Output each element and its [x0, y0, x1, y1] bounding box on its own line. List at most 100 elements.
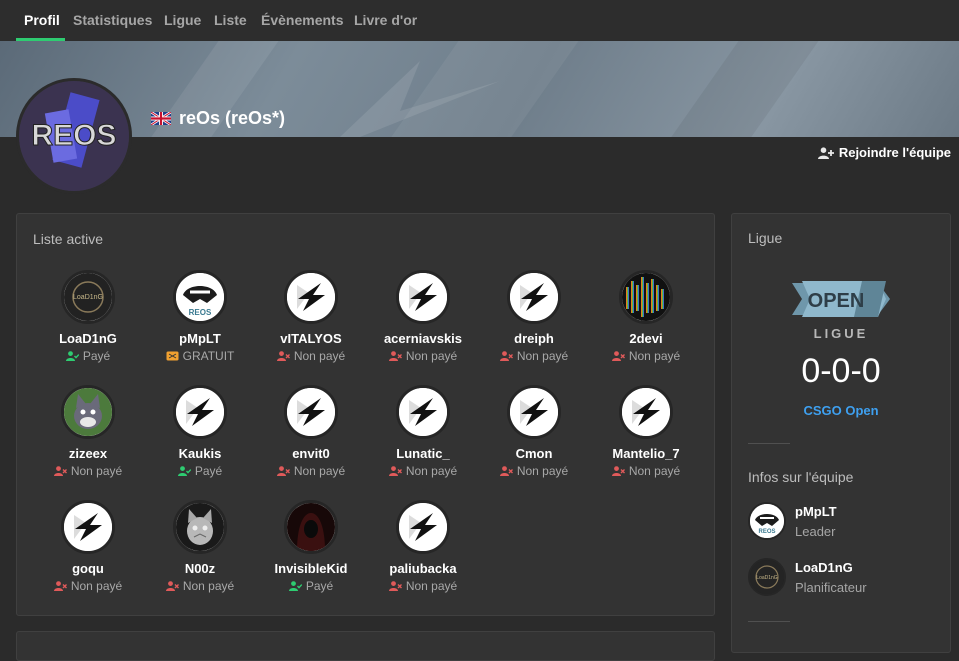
- player-name: dreiph: [514, 331, 554, 346]
- roster-player[interactable]: 2devi Non payé: [590, 270, 702, 363]
- league-logo-text: OPEN: [808, 290, 865, 312]
- player-avatar: [396, 270, 450, 324]
- member-avatar: LoaD1nG: [748, 558, 786, 596]
- roster-player[interactable]: zizeex Non payé: [32, 385, 144, 478]
- member-role: Planificateur: [795, 579, 867, 595]
- player-status: Non payé: [144, 579, 256, 593]
- player-status-label: Non payé: [405, 464, 458, 478]
- player-status: Payé: [255, 579, 367, 593]
- player-name: envit0: [292, 446, 330, 461]
- roster-player[interactable]: envit0 Non payé: [255, 385, 367, 478]
- banner-star-decoration: [340, 61, 500, 137]
- player-status: Non payé: [478, 464, 590, 478]
- svg-text:LoaD1nG: LoaD1nG: [73, 294, 103, 301]
- player-avatar: [173, 500, 227, 554]
- user-times-icon: [499, 351, 513, 361]
- player-name: Cmon: [515, 446, 553, 461]
- roster-player[interactable]: Cmon Non payé: [478, 385, 590, 478]
- player-name: zizeex: [68, 446, 108, 461]
- player-avatar: [507, 385, 561, 439]
- player-status-label: Non payé: [70, 464, 123, 478]
- roster-title: Liste active: [33, 231, 104, 247]
- tab-ligue[interactable]: Ligue: [164, 12, 201, 28]
- roster-player[interactable]: Mantelio_7 Non payé: [590, 385, 702, 478]
- roster-player[interactable]: LoaD1nG LoaD1nG Payé: [32, 270, 144, 363]
- roster-player[interactable]: Lunatic_ Non payé: [367, 385, 479, 478]
- team-info-member[interactable]: LoaD1nG LoaD1nG Planificateur: [748, 558, 867, 596]
- player-status: Non payé: [255, 464, 367, 478]
- tab-statistiques[interactable]: Statistiques: [73, 12, 152, 28]
- tab-profil[interactable]: Profil: [24, 12, 60, 28]
- user-check-icon: [65, 351, 79, 361]
- roster-player[interactable]: paliubacka Non payé: [367, 500, 479, 593]
- roster-player[interactable]: goqu Non payé: [32, 500, 144, 593]
- roster-player[interactable]: InvisibleKid Payé: [255, 500, 367, 593]
- league-record: 0-0-0: [801, 352, 881, 390]
- player-status-label: Non payé: [293, 464, 346, 478]
- player-avatar: LoaD1nG: [61, 270, 115, 324]
- player-name: vITALYOS: [280, 331, 342, 346]
- player-status: Non payé: [367, 464, 479, 478]
- player-name: Lunatic_: [396, 446, 450, 461]
- roster-player[interactable]: REOS pMpLT GRATUIT: [144, 270, 256, 363]
- user-times-icon: [611, 351, 625, 361]
- lower-panel: [16, 631, 715, 661]
- player-name: Mantelio_7: [612, 446, 680, 461]
- player-name: pMpLT: [179, 331, 221, 346]
- player-name: LoaD1nG: [59, 331, 117, 346]
- player-avatar: [396, 385, 450, 439]
- player-status: Non payé: [255, 349, 367, 363]
- player-name: Kaukis: [178, 446, 222, 461]
- player-name: N00z: [184, 561, 216, 576]
- tab-livre-dor[interactable]: Livre d'or: [354, 12, 417, 28]
- player-avatar: [284, 500, 338, 554]
- roster-player[interactable]: N00z Non payé: [144, 500, 256, 593]
- user-plus-icon: [817, 146, 834, 159]
- user-times-icon: [53, 581, 67, 591]
- roster-player[interactable]: Kaukis Payé: [144, 385, 256, 478]
- player-status: Non payé: [590, 464, 702, 478]
- player-status-label: Non payé: [628, 464, 681, 478]
- team-info-title: Infos sur l'équipe: [748, 469, 854, 485]
- roster-player[interactable]: acerniavskis Non payé: [367, 270, 479, 363]
- svg-text:REOS: REOS: [189, 308, 212, 317]
- player-status-label: Non payé: [516, 349, 569, 363]
- player-status-label: Non payé: [293, 349, 346, 363]
- player-name: acerniavskis: [383, 331, 463, 346]
- player-avatar: [284, 385, 338, 439]
- player-name: paliubacka: [389, 561, 457, 576]
- open-league-logo: OPEN: [792, 281, 890, 317]
- player-status-label: Payé: [82, 349, 111, 363]
- team-info-member[interactable]: REOS pMpLT Leader: [748, 502, 837, 540]
- tab-evenements[interactable]: Évènements: [261, 12, 343, 28]
- roster-player[interactable]: dreiph Non payé: [478, 270, 590, 363]
- roster-player[interactable]: vITALYOS Non payé: [255, 270, 367, 363]
- player-avatar: [173, 385, 227, 439]
- player-avatar: [507, 270, 561, 324]
- player-avatar: [396, 500, 450, 554]
- roster-panel: Liste active LoaD1nG LoaD1nG Payé REOS pMpLT…: [16, 213, 715, 616]
- user-times-icon: [53, 466, 67, 476]
- user-times-icon: [388, 466, 402, 476]
- member-name: pMpLT: [795, 503, 837, 519]
- player-status-label: Payé: [305, 579, 334, 593]
- player-status-label: Non payé: [405, 349, 458, 363]
- league-label: LIGUE: [813, 326, 869, 341]
- league-link[interactable]: CSGO Open: [732, 403, 950, 418]
- player-status: Non payé: [478, 349, 590, 363]
- team-title: reOs (reOs*): [151, 108, 285, 129]
- player-status: Non payé: [367, 349, 479, 363]
- tab-liste[interactable]: Liste: [214, 12, 247, 28]
- team-banner: [0, 41, 959, 137]
- player-status-label: Payé: [194, 464, 223, 478]
- user-times-icon: [276, 466, 290, 476]
- player-status: Payé: [32, 349, 144, 363]
- player-avatar: [284, 270, 338, 324]
- player-status-label: Non payé: [405, 579, 458, 593]
- user-check-icon: [177, 466, 191, 476]
- player-status-label: GRATUIT: [182, 349, 235, 363]
- join-team-button[interactable]: Rejoindre l'équipe: [817, 145, 951, 160]
- player-status-label: Non payé: [516, 464, 569, 478]
- player-name: 2devi: [629, 331, 663, 346]
- player-status: Payé: [144, 464, 256, 478]
